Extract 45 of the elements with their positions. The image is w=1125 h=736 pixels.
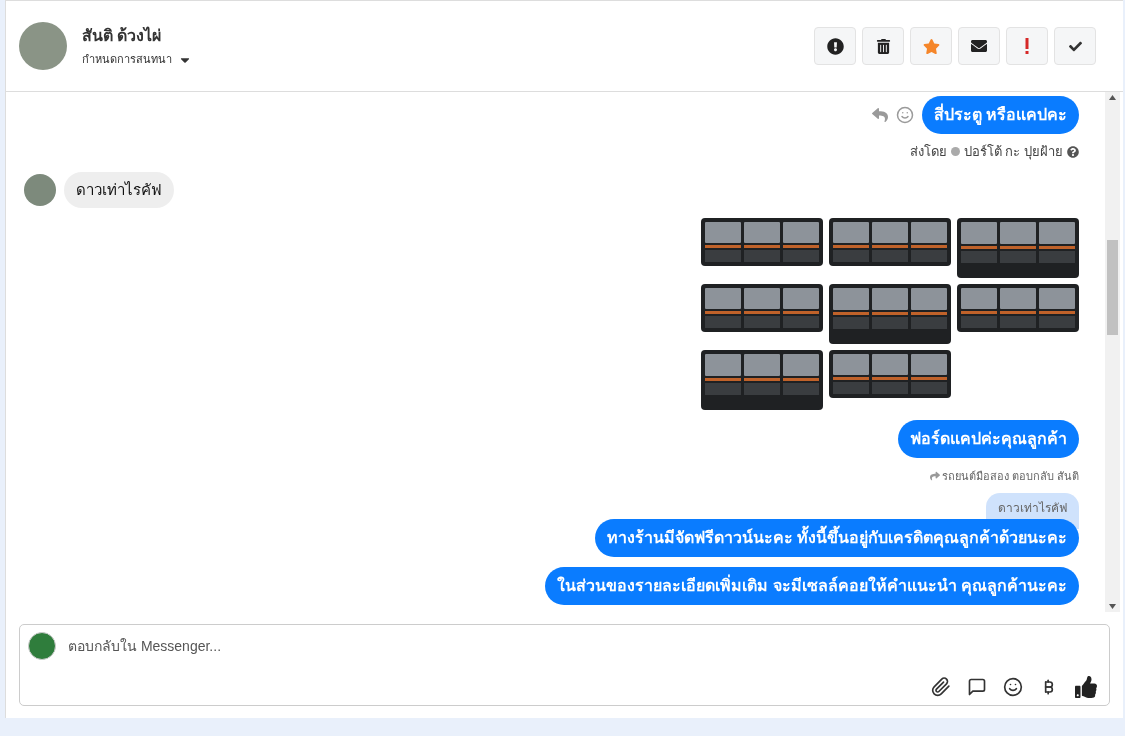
attach-button[interactable] (931, 677, 951, 697)
check-icon (1068, 39, 1082, 53)
star-icon (922, 37, 940, 55)
contact-name: สันติ ด้วงไผ่ (82, 25, 163, 47)
car-listing-image[interactable] (829, 218, 951, 266)
conversation-settings-link[interactable]: กำหนดการสนทนา (82, 51, 172, 68)
like-button[interactable] (1075, 676, 1097, 698)
sender-label: ส่งโดย (909, 143, 947, 161)
star-button[interactable] (910, 27, 952, 65)
message-bubble: ฟอร์ดแคปค่ะคุณลูกค้า (898, 420, 1079, 458)
message-bubble: ดาวเท่าไรคัฟ (64, 171, 174, 208)
forward-arrow-icon (929, 471, 940, 482)
car-listing-image[interactable] (957, 218, 1079, 278)
scrollbar-thumb[interactable] (1107, 239, 1118, 335)
car-listing-image[interactable] (701, 284, 823, 332)
car-listing-image[interactable] (829, 350, 951, 398)
alert-button[interactable] (814, 27, 856, 65)
car-listing-image[interactable] (701, 350, 823, 410)
exclamation-icon (1025, 38, 1029, 54)
scrollbar-track[interactable] (1105, 92, 1120, 612)
car-listing-image[interactable] (957, 284, 1079, 332)
alert-icon (826, 37, 844, 55)
mail-button[interactable] (958, 27, 1000, 65)
scroll-down-icon[interactable] (1109, 604, 1116, 609)
message-bubble: ในส่วนของรายละเอียดเพิ่มเติม จะมีเซลล์คอยให้คำแนะนำ คุณลูกค้านะคะ (545, 566, 1079, 605)
envelope-icon (971, 38, 987, 54)
smile-icon[interactable] (895, 106, 914, 124)
sender-name: ปอร์โต้ กะ ปุยฝ้าย (963, 143, 1063, 162)
reply-note: รถยนต์มือสอง ตอบกลับ สันติ (941, 469, 1079, 484)
comment-button[interactable] (967, 677, 987, 697)
avatar (24, 173, 56, 206)
done-button[interactable] (1054, 27, 1096, 65)
car-listing-image[interactable] (829, 284, 951, 344)
delete-button[interactable] (862, 27, 904, 65)
reply-icon[interactable] (871, 107, 888, 123)
contact-avatar (19, 22, 67, 70)
scroll-up-icon[interactable] (1109, 95, 1116, 100)
verified-icon (950, 147, 960, 157)
car-listing-image[interactable] (701, 218, 823, 266)
help-icon[interactable] (1067, 145, 1079, 158)
page-logo (28, 632, 56, 660)
emoji-button[interactable] (1003, 677, 1023, 697)
message-bubble: ทางร้านมีจัดฟรีดาวน์นะคะ ทั้งนี้ขึ้นอยู่กับเครดิตคุณลูกค้าด้วยนะคะ (594, 518, 1079, 557)
trash-icon (875, 38, 891, 54)
message-bubble: สี่ประตู หรือแคปคะ (921, 96, 1079, 134)
